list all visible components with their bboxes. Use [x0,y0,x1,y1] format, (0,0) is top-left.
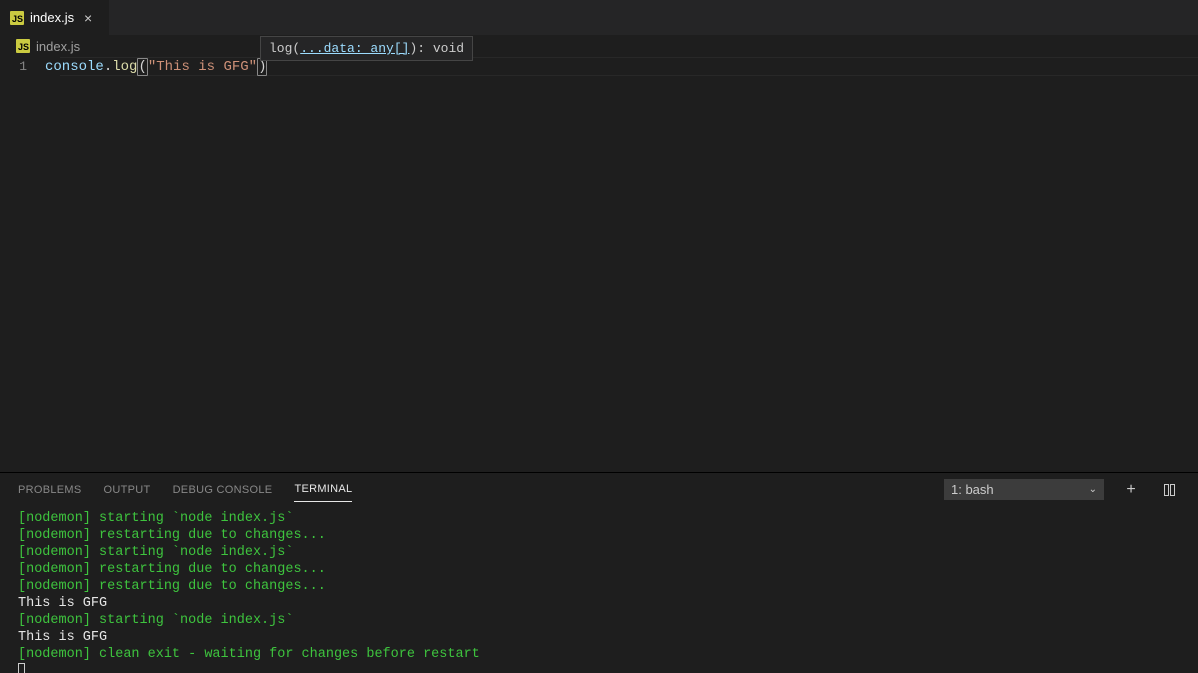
signature-suffix: ): void [409,41,464,56]
terminal-line: This is GFG [18,595,1180,612]
split-icon [1164,484,1175,496]
terminal-line: [nodemon] restarting due to changes... [18,561,1180,578]
tab-debug-console[interactable]: DEBUG CONSOLE [173,478,273,502]
new-terminal-button[interactable] [1120,479,1142,501]
tab-output[interactable]: OUTPUT [104,478,151,502]
token-identifier: console [45,59,104,75]
code-content[interactable]: console.log("This is GFG") [45,59,267,75]
code-editor[interactable]: 1 console.log("This is GFG") [0,57,1198,472]
editor-line[interactable]: 1 console.log("This is GFG") [0,57,1198,76]
signature-prefix: log( [269,41,300,56]
panel-tabs-left: PROBLEMS OUTPUT DEBUG CONSOLE TERMINAL [18,477,352,502]
terminal-selector-label: 1: bash [951,482,994,497]
split-terminal-button[interactable] [1158,479,1180,501]
tab-label: index.js [30,10,74,25]
terminal-line: [nodemon] restarting due to changes... [18,527,1180,544]
terminal-cursor-line [18,663,1180,673]
terminal-output[interactable]: [nodemon] starting `node index.js`[nodem… [0,506,1198,673]
breadcrumb[interactable]: JS index.js [0,35,1198,57]
javascript-icon: JS [10,11,24,25]
tab-terminal[interactable]: TERMINAL [294,477,352,502]
bottom-panel: PROBLEMS OUTPUT DEBUG CONSOLE TERMINAL 1… [0,472,1198,673]
breadcrumb-label: index.js [36,39,80,54]
terminal-line: [nodemon] starting `node index.js` [18,544,1180,561]
terminal-line: [nodemon] clean exit - waiting for chang… [18,646,1180,663]
token-punctuation: . [104,59,112,75]
line-number: 1 [0,59,45,74]
terminal-line: [nodemon] restarting due to changes... [18,578,1180,595]
token-method: log [112,59,137,75]
tab-bar: JS index.js × [0,0,1198,35]
tab-problems[interactable]: PROBLEMS [18,478,82,502]
panel-tabs: PROBLEMS OUTPUT DEBUG CONSOLE TERMINAL 1… [0,473,1198,506]
terminal-selector[interactable]: 1: bash ⌄ [944,479,1104,500]
panel-tabs-right: 1: bash ⌄ [944,479,1180,501]
signature-help-tooltip: log(...data: any[]): void [260,36,473,61]
token-open-paren: ( [137,58,147,76]
terminal-line: This is GFG [18,629,1180,646]
terminal-line: [nodemon] starting `node index.js` [18,612,1180,629]
token-string: "This is GFG" [148,59,257,75]
terminal-line: [nodemon] starting `node index.js` [18,510,1180,527]
tab-index-js[interactable]: JS index.js × [0,0,110,35]
close-icon[interactable]: × [80,10,96,26]
javascript-icon: JS [16,39,30,53]
signature-param: ...data: any[] [300,41,409,56]
chevron-down-icon: ⌄ [1089,484,1097,495]
terminal-cursor [18,663,25,673]
